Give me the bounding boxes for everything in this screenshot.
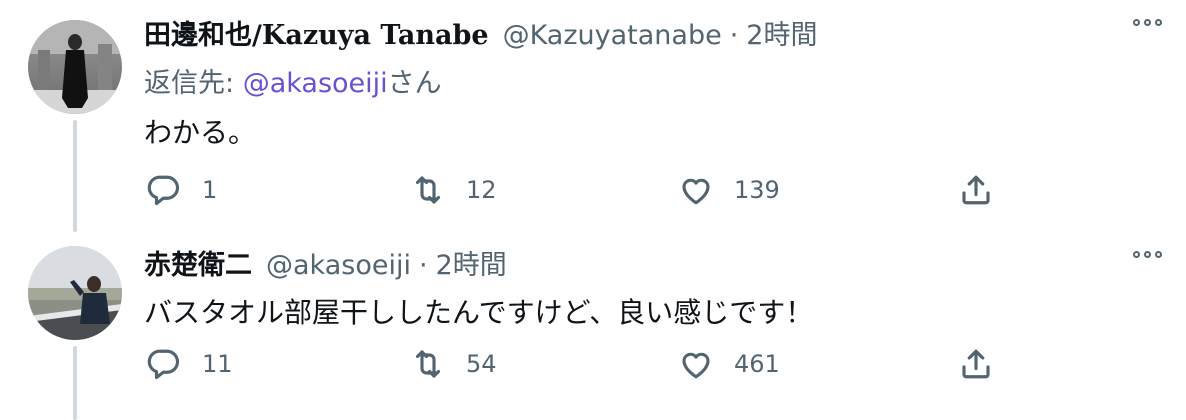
- more-dot: [1133, 250, 1140, 258]
- share-button[interactable]: [958, 168, 994, 212]
- like-count: 139: [734, 176, 780, 204]
- like-button[interactable]: 461: [678, 342, 780, 386]
- retweet-icon: [415, 176, 441, 204]
- reply-button[interactable]: 1: [146, 168, 217, 212]
- reply-suffix: さん: [387, 68, 442, 99]
- thread-line: [73, 346, 77, 420]
- heart-icon: [682, 352, 710, 379]
- mention-link[interactable]: @akasoeiji: [243, 68, 388, 99]
- more-dot: [1155, 18, 1162, 26]
- more-dot: [1144, 250, 1151, 258]
- avatar-image: [28, 246, 122, 340]
- display-name[interactable]: 赤楚衛二: [144, 246, 252, 286]
- user-handle[interactable]: @akasoeiji: [266, 246, 411, 286]
- more-icon[interactable]: [1133, 244, 1162, 264]
- avatar-image: [28, 20, 122, 114]
- avatar[interactable]: [28, 20, 122, 114]
- tweet-actions: 11 54 461: [144, 342, 1186, 386]
- timestamp[interactable]: 2時間: [746, 16, 817, 56]
- share-icon: [962, 175, 990, 205]
- tweet[interactable]: 赤楚衛二 @akasoeiji · 2時間 バスタオル部屋干ししたんですけど、良…: [0, 232, 1186, 420]
- retweet-count: 54: [466, 350, 497, 378]
- reply-prefix: 返信先:: [144, 68, 243, 99]
- timestamp[interactable]: 2時間: [436, 246, 507, 286]
- reply-context: 返信先: @akasoeijiさん: [144, 64, 1186, 104]
- tweet[interactable]: 田邊和也/Kazuya Tanabe @Kazuyatanabe · 2時間 返…: [0, 0, 1186, 232]
- display-name[interactable]: 田邊和也/Kazuya Tanabe: [144, 16, 489, 56]
- retweet-icon: [415, 350, 441, 378]
- thread-line: [73, 120, 77, 232]
- tweet-content: 赤楚衛二 @akasoeiji · 2時間 バスタオル部屋干ししたんですけど、良…: [144, 246, 1186, 334]
- tweet-text: バスタオル部屋干ししたんですけど、良い感じです！: [144, 296, 814, 329]
- separator-dot: ·: [729, 20, 739, 51]
- separator-dot: ·: [418, 250, 428, 281]
- avatar[interactable]: [28, 246, 122, 340]
- share-icon: [962, 349, 990, 379]
- more-icon[interactable]: [1133, 12, 1162, 32]
- more-dot: [1155, 250, 1162, 258]
- tweet-actions: 1 12 139: [144, 168, 1186, 212]
- more-dot: [1133, 18, 1140, 26]
- like-button[interactable]: 139: [678, 168, 780, 212]
- user-handle[interactable]: @Kazuyatanabe: [503, 16, 722, 56]
- tweet-text: わかる。: [144, 116, 257, 149]
- tweet-header: 田邊和也/Kazuya Tanabe @Kazuyatanabe · 2時間: [144, 16, 1186, 56]
- like-count: 461: [734, 350, 780, 378]
- tweet-content: 田邊和也/Kazuya Tanabe @Kazuyatanabe · 2時間 返…: [144, 16, 1186, 154]
- reply-count: 1: [202, 176, 218, 204]
- retweet-count: 12: [466, 176, 497, 204]
- heart-icon: [682, 178, 710, 205]
- reply-count: 11: [202, 350, 233, 378]
- reply-icon: [147, 175, 179, 206]
- more-dot: [1144, 18, 1151, 26]
- display-name-jp: 田邊和也/: [144, 20, 262, 51]
- retweet-button[interactable]: 12: [410, 168, 497, 212]
- tweet-header: 赤楚衛二 @akasoeiji · 2時間: [144, 246, 1186, 286]
- share-button[interactable]: [958, 342, 994, 386]
- reply-button[interactable]: 11: [146, 342, 233, 386]
- reply-icon: [147, 349, 179, 380]
- retweet-button[interactable]: 54: [410, 342, 497, 386]
- display-name-latin: Kazuya Tanabe: [261, 20, 489, 51]
